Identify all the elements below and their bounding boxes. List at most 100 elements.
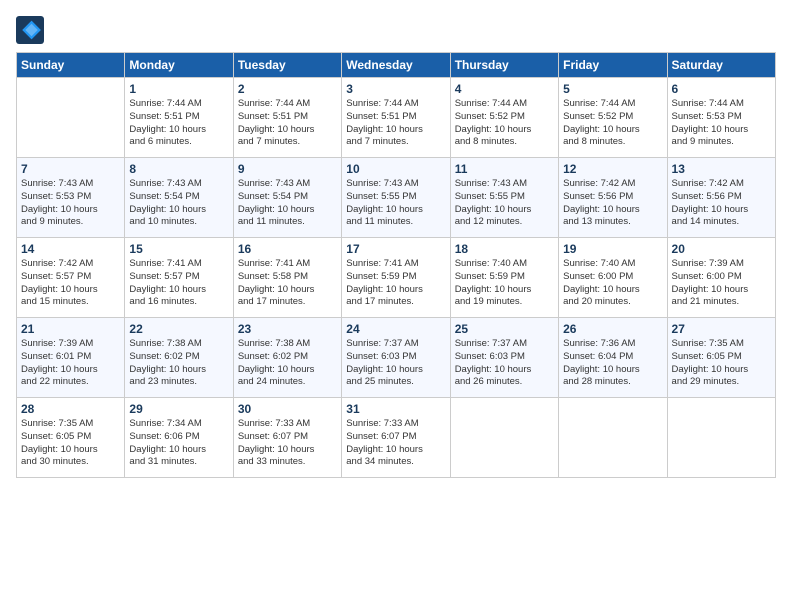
day-number: 27 <box>672 322 771 336</box>
header-cell-sunday: Sunday <box>17 53 125 78</box>
calendar-cell: 15 Sunrise: 7:41 AM Sunset: 5:57 PM Dayli… <box>125 238 233 318</box>
day-info: Sunrise: 7:42 AM Sunset: 5:56 PM Dayligh… <box>672 178 771 229</box>
day-number: 13 <box>672 162 771 176</box>
header-cell-monday: Monday <box>125 53 233 78</box>
day-info: Sunrise: 7:40 AM Sunset: 6:00 PM Dayligh… <box>563 258 662 309</box>
day-info: Sunrise: 7:33 AM Sunset: 6:07 PM Dayligh… <box>346 418 445 469</box>
calendar-header-row: SundayMondayTuesdayWednesdayThursdayFrid… <box>17 53 776 78</box>
calendar-week-4: 21 Sunrise: 7:39 AM Sunset: 6:01 PM Dayli… <box>17 318 776 398</box>
day-number: 30 <box>238 402 337 416</box>
day-info: Sunrise: 7:39 AM Sunset: 6:01 PM Dayligh… <box>21 338 120 389</box>
day-number: 2 <box>238 82 337 96</box>
day-info: Sunrise: 7:42 AM Sunset: 5:56 PM Dayligh… <box>563 178 662 229</box>
day-number: 22 <box>129 322 228 336</box>
day-info: Sunrise: 7:44 AM Sunset: 5:51 PM Dayligh… <box>346 98 445 149</box>
calendar-cell: 10 Sunrise: 7:43 AM Sunset: 5:55 PM Dayli… <box>342 158 450 238</box>
calendar-cell: 28 Sunrise: 7:35 AM Sunset: 6:05 PM Dayli… <box>17 398 125 478</box>
calendar-week-2: 7Sunrise: 7:43 AM Sunset: 5:53 PM Daylig… <box>17 158 776 238</box>
calendar-cell: 23 Sunrise: 7:38 AM Sunset: 6:02 PM Dayli… <box>233 318 341 398</box>
calendar-cell: 14Sunrise: 7:42 AM Sunset: 5:57 PM Dayli… <box>17 238 125 318</box>
calendar-table: SundayMondayTuesdayWednesdayThursdayFrid… <box>16 52 776 478</box>
day-info: Sunrise: 7:41 AM Sunset: 5:59 PM Dayligh… <box>346 258 445 309</box>
day-number: 3 <box>346 82 445 96</box>
calendar-cell <box>667 398 775 478</box>
day-info: Sunrise: 7:41 AM Sunset: 5:57 PM Dayligh… <box>129 258 228 309</box>
logo-icon <box>16 16 44 44</box>
day-number: 4 <box>455 82 554 96</box>
header-cell-tuesday: Tuesday <box>233 53 341 78</box>
day-number: 15 <box>129 242 228 256</box>
day-info: Sunrise: 7:37 AM Sunset: 6:03 PM Dayligh… <box>455 338 554 389</box>
day-number: 8 <box>129 162 228 176</box>
header-cell-thursday: Thursday <box>450 53 558 78</box>
day-info: Sunrise: 7:34 AM Sunset: 6:06 PM Dayligh… <box>129 418 228 469</box>
day-info: Sunrise: 7:35 AM Sunset: 6:05 PM Dayligh… <box>672 338 771 389</box>
calendar-cell: 20 Sunrise: 7:39 AM Sunset: 6:00 PM Dayli… <box>667 238 775 318</box>
calendar-cell <box>559 398 667 478</box>
calendar-cell: 17 Sunrise: 7:41 AM Sunset: 5:59 PM Dayli… <box>342 238 450 318</box>
day-info: Sunrise: 7:43 AM Sunset: 5:54 PM Dayligh… <box>129 178 228 229</box>
day-number: 12 <box>563 162 662 176</box>
calendar-cell: 30Sunrise: 7:33 AM Sunset: 6:07 PM Dayli… <box>233 398 341 478</box>
day-info: Sunrise: 7:43 AM Sunset: 5:54 PM Dayligh… <box>238 178 337 229</box>
day-number: 29 <box>129 402 228 416</box>
day-number: 10 <box>346 162 445 176</box>
calendar-cell: 2 Sunrise: 7:44 AM Sunset: 5:51 PM Daylig… <box>233 78 341 158</box>
day-number: 16 <box>238 242 337 256</box>
calendar-week-5: 28 Sunrise: 7:35 AM Sunset: 6:05 PM Dayli… <box>17 398 776 478</box>
day-number: 9 <box>238 162 337 176</box>
calendar-cell: 26 Sunrise: 7:36 AM Sunset: 6:04 PM Dayli… <box>559 318 667 398</box>
day-number: 5 <box>563 82 662 96</box>
day-info: Sunrise: 7:39 AM Sunset: 6:00 PM Dayligh… <box>672 258 771 309</box>
calendar-cell: 5 Sunrise: 7:44 AM Sunset: 5:52 PM Daylig… <box>559 78 667 158</box>
day-info: Sunrise: 7:44 AM Sunset: 5:51 PM Dayligh… <box>238 98 337 149</box>
day-number: 1 <box>129 82 228 96</box>
calendar-cell: 25 Sunrise: 7:37 AM Sunset: 6:03 PM Dayli… <box>450 318 558 398</box>
calendar-week-1: 1 Sunrise: 7:44 AM Sunset: 5:51 PM Daylig… <box>17 78 776 158</box>
day-info: Sunrise: 7:43 AM Sunset: 5:55 PM Dayligh… <box>455 178 554 229</box>
calendar-cell <box>450 398 558 478</box>
day-info: Sunrise: 7:43 AM Sunset: 5:53 PM Dayligh… <box>21 178 120 229</box>
calendar-cell: 11Sunrise: 7:43 AM Sunset: 5:55 PM Dayli… <box>450 158 558 238</box>
day-info: Sunrise: 7:44 AM Sunset: 5:52 PM Dayligh… <box>563 98 662 149</box>
header-cell-friday: Friday <box>559 53 667 78</box>
day-info: Sunrise: 7:35 AM Sunset: 6:05 PM Dayligh… <box>21 418 120 469</box>
day-info: Sunrise: 7:36 AM Sunset: 6:04 PM Dayligh… <box>563 338 662 389</box>
day-info: Sunrise: 7:44 AM Sunset: 5:51 PM Dayligh… <box>129 98 228 149</box>
day-number: 24 <box>346 322 445 336</box>
calendar-cell: 6 Sunrise: 7:44 AM Sunset: 5:53 PM Daylig… <box>667 78 775 158</box>
day-info: Sunrise: 7:41 AM Sunset: 5:58 PM Dayligh… <box>238 258 337 309</box>
calendar-cell: 1 Sunrise: 7:44 AM Sunset: 5:51 PM Daylig… <box>125 78 233 158</box>
day-info: Sunrise: 7:37 AM Sunset: 6:03 PM Dayligh… <box>346 338 445 389</box>
day-info: Sunrise: 7:42 AM Sunset: 5:57 PM Dayligh… <box>21 258 120 309</box>
day-number: 26 <box>563 322 662 336</box>
day-number: 28 <box>21 402 120 416</box>
day-number: 6 <box>672 82 771 96</box>
calendar-cell: 4 Sunrise: 7:44 AM Sunset: 5:52 PM Daylig… <box>450 78 558 158</box>
calendar-cell: 24 Sunrise: 7:37 AM Sunset: 6:03 PM Dayli… <box>342 318 450 398</box>
calendar-cell: 31 Sunrise: 7:33 AM Sunset: 6:07 PM Dayli… <box>342 398 450 478</box>
day-number: 21 <box>21 322 120 336</box>
day-number: 25 <box>455 322 554 336</box>
day-info: Sunrise: 7:40 AM Sunset: 5:59 PM Dayligh… <box>455 258 554 309</box>
calendar-cell: 3 Sunrise: 7:44 AM Sunset: 5:51 PM Daylig… <box>342 78 450 158</box>
day-info: Sunrise: 7:44 AM Sunset: 5:53 PM Dayligh… <box>672 98 771 149</box>
day-info: Sunrise: 7:38 AM Sunset: 6:02 PM Dayligh… <box>238 338 337 389</box>
day-number: 20 <box>672 242 771 256</box>
calendar-cell: 29 Sunrise: 7:34 AM Sunset: 6:06 PM Dayli… <box>125 398 233 478</box>
day-info: Sunrise: 7:43 AM Sunset: 5:55 PM Dayligh… <box>346 178 445 229</box>
calendar-cell: 21 Sunrise: 7:39 AM Sunset: 6:01 PM Dayli… <box>17 318 125 398</box>
header-cell-saturday: Saturday <box>667 53 775 78</box>
day-number: 19 <box>563 242 662 256</box>
calendar-cell: 27 Sunrise: 7:35 AM Sunset: 6:05 PM Dayli… <box>667 318 775 398</box>
day-number: 17 <box>346 242 445 256</box>
calendar-cell: 22Sunrise: 7:38 AM Sunset: 6:02 PM Dayli… <box>125 318 233 398</box>
day-info: Sunrise: 7:44 AM Sunset: 5:52 PM Dayligh… <box>455 98 554 149</box>
calendar-cell: 13 Sunrise: 7:42 AM Sunset: 5:56 PM Dayli… <box>667 158 775 238</box>
calendar-cell: 18Sunrise: 7:40 AM Sunset: 5:59 PM Dayli… <box>450 238 558 318</box>
day-number: 23 <box>238 322 337 336</box>
calendar-cell: 9 Sunrise: 7:43 AM Sunset: 5:54 PM Daylig… <box>233 158 341 238</box>
calendar-cell: 12 Sunrise: 7:42 AM Sunset: 5:56 PM Dayli… <box>559 158 667 238</box>
day-number: 31 <box>346 402 445 416</box>
calendar-cell: 19 Sunrise: 7:40 AM Sunset: 6:00 PM Dayli… <box>559 238 667 318</box>
